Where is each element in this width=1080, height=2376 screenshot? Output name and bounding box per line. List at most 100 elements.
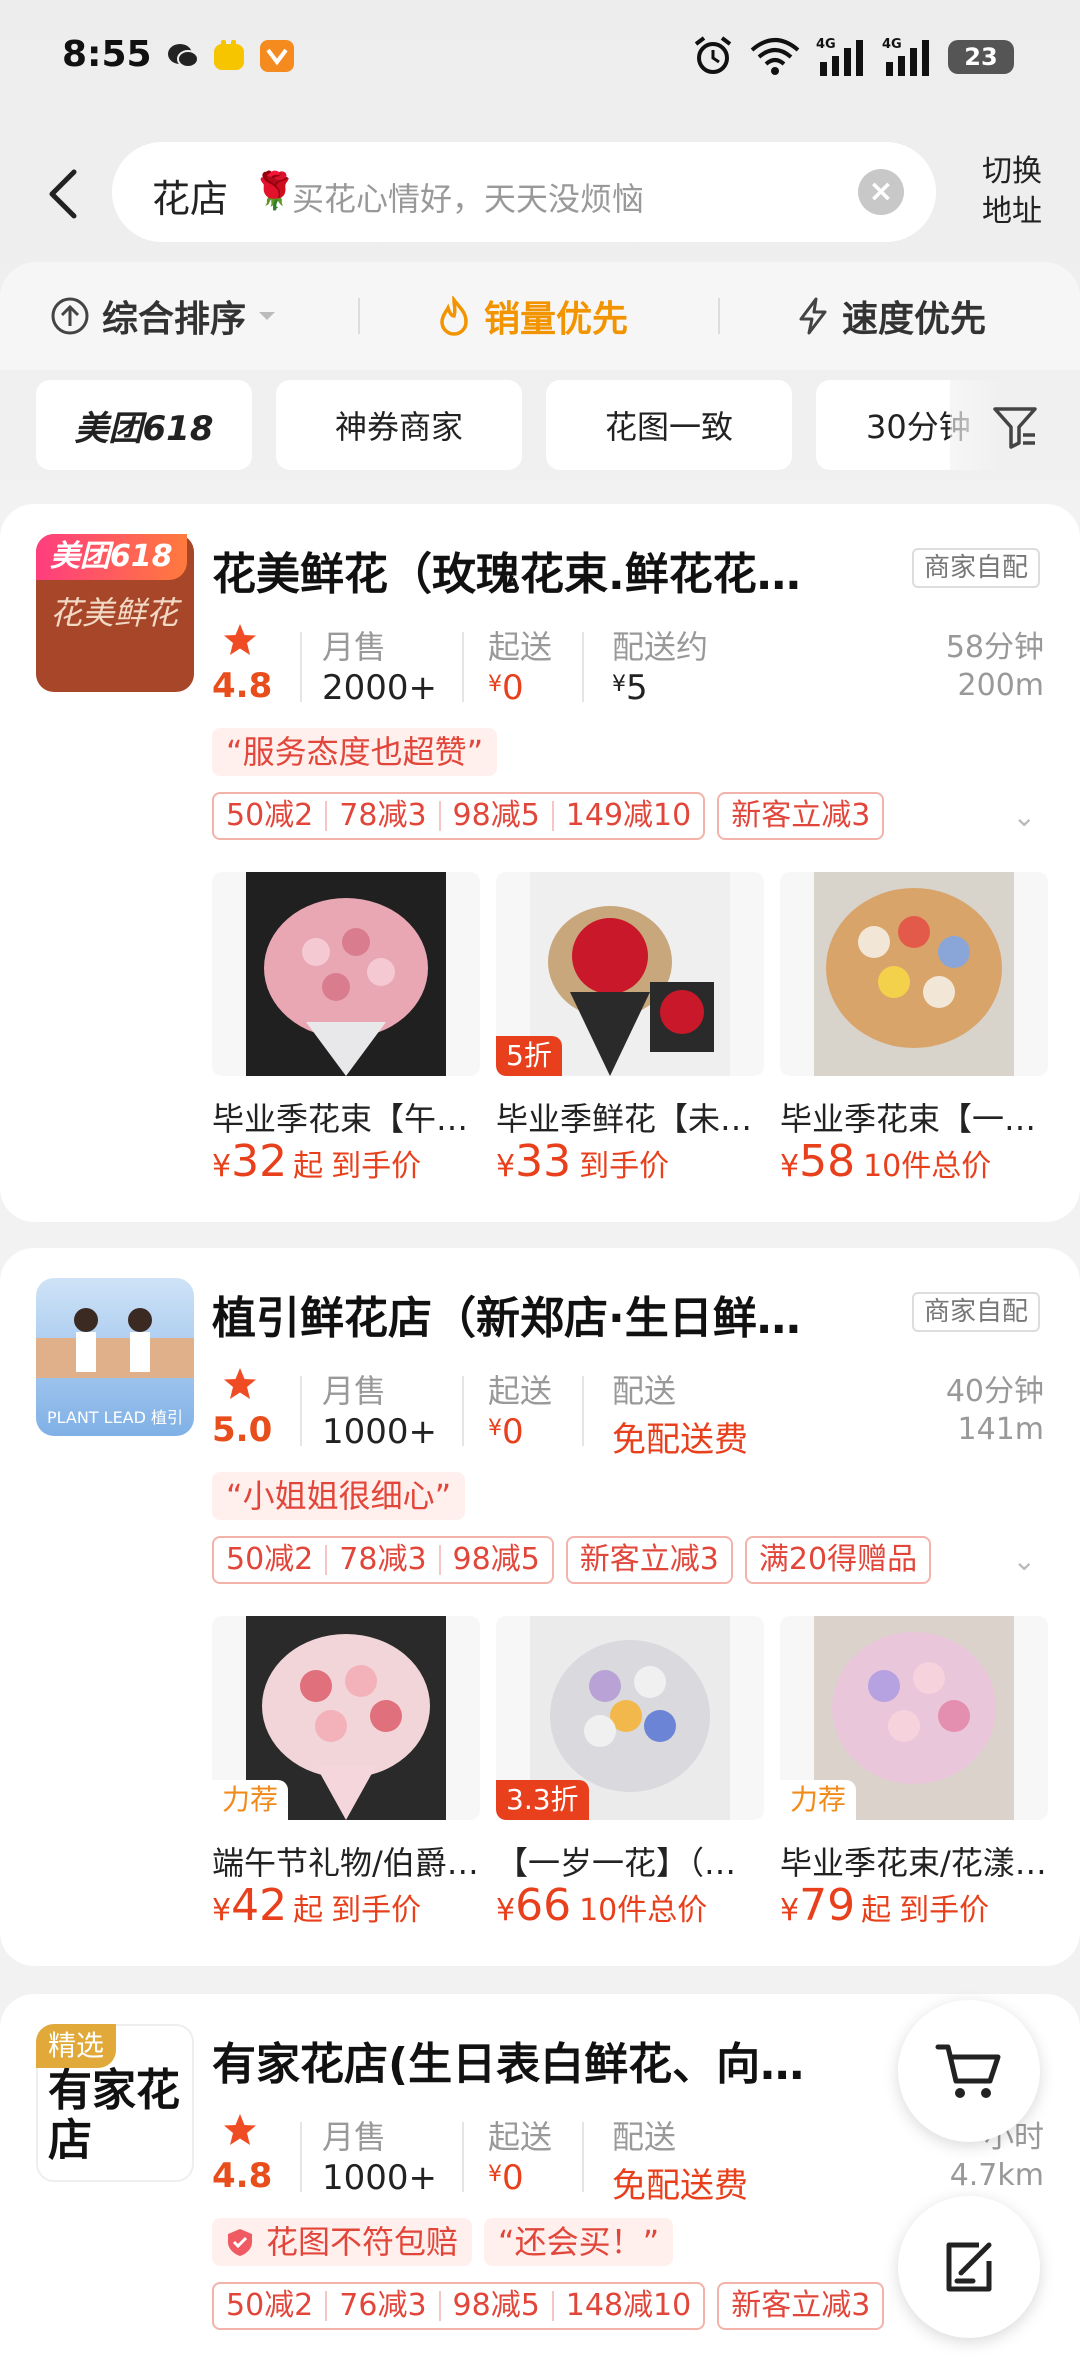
- chip-picture-match[interactable]: 花图一致: [546, 380, 792, 470]
- promo-row: 50减2 78减3 98减5 新客立减3 满20得赠品: [212, 1536, 943, 1584]
- search-box[interactable]: 花店 🌹 买花心情好，天天没烦恼 ×: [112, 142, 936, 242]
- signal-4g-icon: 4G: [816, 37, 863, 76]
- delivery-fee-value: 免配送费: [612, 2166, 748, 2206]
- meituan-618-badge: 美团618: [36, 534, 187, 580]
- bouquet-photo: [246, 872, 446, 1076]
- discount-tag: 5折: [496, 1036, 562, 1076]
- min-order-label: 起送: [488, 2118, 553, 2156]
- review-quote: “小姐姐很细心”: [212, 1472, 466, 1520]
- distance: 4.7km: [949, 2158, 1044, 2193]
- review-quote: “服务态度也超赞”: [212, 728, 498, 776]
- delivery-fee-value: 免配送费: [612, 1420, 748, 1460]
- filter-button[interactable]: [950, 380, 1080, 474]
- caret-down-icon: [259, 312, 276, 320]
- star-icon: [224, 1368, 256, 1399]
- product-item[interactable]: 毕业季花束【一… ¥58 10件总价: [780, 872, 1048, 1182]
- monthly-sales-label: 月售: [322, 1372, 387, 1410]
- svg-text:4G: 4G: [882, 37, 902, 52]
- shop-name: 花美鲜花（玫瑰花束.鲜花花…: [212, 549, 801, 600]
- product-item[interactable]: 5折 毕业季鲜花【未… ¥33 到手价: [496, 872, 764, 1182]
- review-quote: “还会买！”: [484, 2218, 674, 2266]
- discount-tiers: 50减2 78减3 98减5 149减10: [212, 792, 706, 840]
- min-order-value: ¥0: [488, 1412, 524, 1452]
- app-notification-icon: [214, 40, 244, 70]
- edit-note-icon: [946, 2242, 992, 2292]
- shop-logo-text: PLANT LEAD 植引: [46, 1408, 184, 1427]
- product-title: 端午节礼物/伯爵…: [212, 1844, 479, 1882]
- delivery-fee-label: 配送约: [612, 628, 709, 666]
- product-price: ¥42 起到手价: [212, 1880, 422, 1926]
- chevron-down-icon[interactable]: ⌄: [1013, 800, 1036, 833]
- product-title: 毕业季鲜花【未…: [496, 1100, 753, 1138]
- product-item[interactable]: 3.3折 【一岁一花】（… ¥66 10件总价: [496, 1616, 764, 1926]
- chip-coupon-merchants[interactable]: 神券商家: [276, 380, 522, 470]
- shop-card[interactable]: PLANT LEAD 植引 植引鲜花店（新郑店·生日鲜… 商家自配 5.0 月售…: [0, 1248, 1080, 1966]
- product-item[interactable]: 力荐 毕业季花束/花漾… ¥79 起到手价: [780, 1616, 1048, 1926]
- product-image: [212, 872, 480, 1076]
- delivery-tag: 商家自配: [912, 548, 1041, 588]
- filter-funnel-icon: [993, 407, 1037, 449]
- delivery-tag: 商家自配: [912, 1292, 1041, 1332]
- cart-button[interactable]: [898, 2000, 1040, 2142]
- discount-tag: 3.3折: [496, 1780, 589, 1820]
- back-arrow-icon[interactable]: [44, 166, 84, 222]
- monthly-sales-value: 1000+: [322, 2158, 438, 2198]
- shop-logo: PLANT LEAD 植引: [36, 1278, 194, 1436]
- sort-speed[interactable]: 速度优先: [796, 290, 986, 342]
- distance: 141m: [957, 1412, 1044, 1447]
- shop-logo-text: 有家花店: [48, 2065, 180, 2166]
- product-row: 力荐 端午节礼物/伯爵… ¥42 起到手价 3.3折 【一岁一花】（… ¥66 10…: [212, 1616, 1080, 1926]
- recommend-tag: 力荐: [780, 1780, 857, 1820]
- chevron-down-icon[interactable]: ⌄: [1013, 1544, 1036, 1577]
- product-price: ¥58 10件总价: [780, 1136, 992, 1182]
- promo-row: 50减2 76减3 98减5 148减10 新客立减3: [212, 2282, 896, 2330]
- promo-row: 50减2 78减3 98减5 149减10 新客立减3: [212, 792, 896, 840]
- star-icon: [224, 2114, 256, 2145]
- min-order-value: ¥0: [488, 668, 524, 708]
- product-image: 力荐: [780, 1616, 1048, 1820]
- product-row: 毕业季花束【午… ¥32 起到手价 5折 毕业季鲜花【未… ¥33 到手价 毕业季花…: [212, 872, 1080, 1182]
- alarm-icon: [694, 36, 732, 74]
- shop-logo-illustration: [36, 1308, 194, 1378]
- delivery-time: 58分钟: [945, 630, 1044, 665]
- switch-address-button[interactable]: 切换 地址: [972, 152, 1052, 232]
- sort-comprehensive[interactable]: 综合排序: [50, 290, 280, 342]
- product-price: ¥33 到手价: [496, 1136, 670, 1182]
- signal-4g-icon: 4G: [882, 37, 929, 76]
- svg-text:4G: 4G: [816, 37, 836, 52]
- product-image: 力荐: [212, 1616, 480, 1820]
- sort-sales[interactable]: 销量优先: [436, 290, 628, 342]
- min-order-label: 起送: [488, 628, 553, 666]
- new-customer-discount: 新客立减3: [717, 2282, 885, 2330]
- shop-rating: 4.8: [212, 2156, 273, 2196]
- product-title: 毕业季花束【午…: [212, 1100, 469, 1138]
- product-title: 毕业季花束/花漾…: [780, 1844, 1047, 1882]
- status-bar: 8:55 4G 4G 23: [0, 0, 1080, 110]
- selected-badge: 精选: [36, 2024, 117, 2068]
- chip-meituan-618[interactable]: 美团618: [36, 380, 252, 470]
- gift-promo: 满20得赠品: [744, 1536, 932, 1584]
- product-item[interactable]: 毕业季花束【午… ¥32 起到手价: [212, 872, 480, 1182]
- edit-button[interactable]: [898, 2196, 1040, 2338]
- shield-icon: [228, 2229, 252, 2256]
- shop-rating: 5.0: [212, 1410, 273, 1450]
- monthly-sales-label: 月售: [322, 2118, 387, 2156]
- product-image: 3.3折: [496, 1616, 764, 1820]
- sort-bar: 综合排序 销量优先 速度优先: [0, 262, 1080, 370]
- lightning-icon: [799, 297, 827, 335]
- monthly-sales-label: 月售: [322, 628, 387, 666]
- shop-rating: 4.8: [212, 666, 273, 706]
- star-icon: [224, 624, 256, 655]
- battery-indicator: 23: [948, 40, 1014, 74]
- product-price: ¥32 起到手价: [212, 1136, 422, 1182]
- meituan-app-icon: [260, 40, 294, 72]
- filter-chips: 美团618 神券商家 花图一致 30分钟: [0, 380, 1080, 474]
- discount-tiers: 50减2 76减3 98减5 148减10: [212, 2282, 706, 2330]
- search-keyword: 花店: [152, 177, 229, 221]
- product-item[interactable]: 力荐 端午节礼物/伯爵… ¥42 起到手价: [212, 1616, 480, 1926]
- clear-icon[interactable]: ×: [858, 169, 904, 215]
- search-placeholder: 买花心情好，天天没烦恼: [292, 180, 645, 218]
- monthly-sales-value: 1000+: [322, 1412, 438, 1452]
- guarantee-row: 花图不符包赔 “还会买！”: [212, 2218, 685, 2266]
- shop-card[interactable]: 花美鲜花 美团618 花美鲜花（玫瑰花束.鲜花花… 商家自配 4.8 月售 20…: [0, 504, 1080, 1222]
